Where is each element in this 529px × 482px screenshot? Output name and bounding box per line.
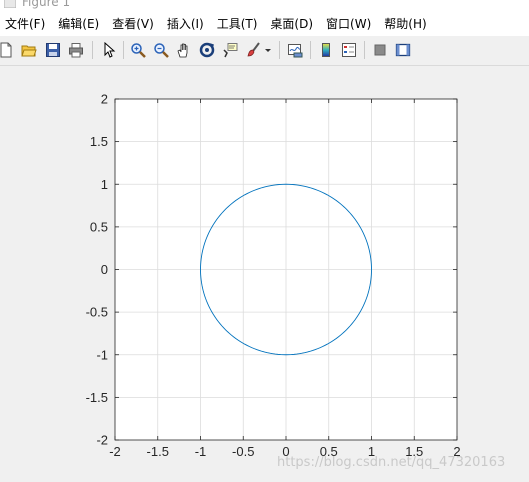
zoom-out-icon[interactable]: [151, 40, 171, 60]
menu-window[interactable]: 窗口(W): [321, 12, 379, 36]
y-tick-label: -1: [96, 347, 108, 362]
menu-bar: 文件(F) 编辑(E) 查看(V) 插入(I) 工具(T) 桌面(D) 窗口(W…: [0, 12, 529, 36]
watermark-text: https://blog.csdn.net/qq_47320163: [277, 455, 506, 470]
axes-plot[interactable]: -2 -1.5 -1 -0.5 0 0.5 1 1.5 2-2-1.5-1-0.500.511.…: [0, 66, 529, 482]
toolbar-separator: [364, 41, 365, 59]
x-tick-label: -0.5: [232, 444, 254, 459]
zoom-in-icon[interactable]: [128, 40, 148, 60]
link-plot-icon[interactable]: [285, 40, 305, 60]
y-tick-label: 0.5: [90, 219, 108, 234]
show-plot-tools-icon[interactable]: [393, 40, 413, 60]
hide-plot-tools-icon[interactable]: [370, 40, 390, 60]
y-tick-label: 1: [101, 177, 108, 192]
print-icon[interactable]: [66, 40, 86, 60]
y-tick-label: -1.5: [86, 390, 108, 405]
y-tick-label: -2: [96, 433, 108, 448]
colorbar-icon[interactable]: [316, 40, 336, 60]
save-icon[interactable]: [43, 40, 63, 60]
select-arrow-icon[interactable]: [99, 40, 119, 60]
data-cursor-icon[interactable]: [220, 40, 240, 60]
toolbar-separator: [92, 41, 93, 59]
pan-hand-icon[interactable]: [174, 40, 194, 60]
menu-help[interactable]: 帮助(H): [379, 12, 434, 36]
window-title: Figure 1: [22, 0, 71, 9]
menu-file[interactable]: 文件(F): [0, 12, 53, 36]
menu-edit[interactable]: 编辑(E): [53, 12, 107, 36]
title-bar: Figure 1: [0, 0, 529, 12]
menu-insert[interactable]: 插入(I): [162, 12, 212, 36]
figure-toolbar: [0, 36, 529, 66]
legend-icon[interactable]: [339, 40, 359, 60]
open-folder-icon[interactable]: [19, 40, 39, 60]
figure-canvas[interactable]: -2 -1.5 -1 -0.5 0 0.5 1 1.5 2 -2 -1.5 -1 -0.5 0 0.5 1 1.…: [0, 66, 529, 482]
y-tick-label: 2: [101, 92, 108, 107]
x-tick-label: -2: [109, 444, 121, 459]
menu-tools[interactable]: 工具(T): [212, 12, 266, 36]
toolbar-separator: [310, 41, 311, 59]
menu-desktop[interactable]: 桌面(D): [265, 12, 321, 36]
matlab-figure-icon: [4, 0, 16, 8]
y-tick-label: 1.5: [90, 134, 108, 149]
toolbar-separator: [123, 41, 124, 59]
brush-icon[interactable]: [243, 40, 263, 60]
y-tick-label: -0.5: [86, 305, 108, 320]
brush-dropdown-icon[interactable]: [263, 40, 273, 60]
rotate-3d-icon[interactable]: [197, 40, 217, 60]
new-file-icon[interactable]: [0, 40, 16, 60]
toolbar-separator: [279, 41, 280, 59]
x-tick-label: -1: [195, 444, 207, 459]
menu-view[interactable]: 查看(V): [107, 12, 162, 36]
x-tick-label: -1.5: [147, 444, 169, 459]
y-tick-label: 0: [101, 262, 108, 277]
